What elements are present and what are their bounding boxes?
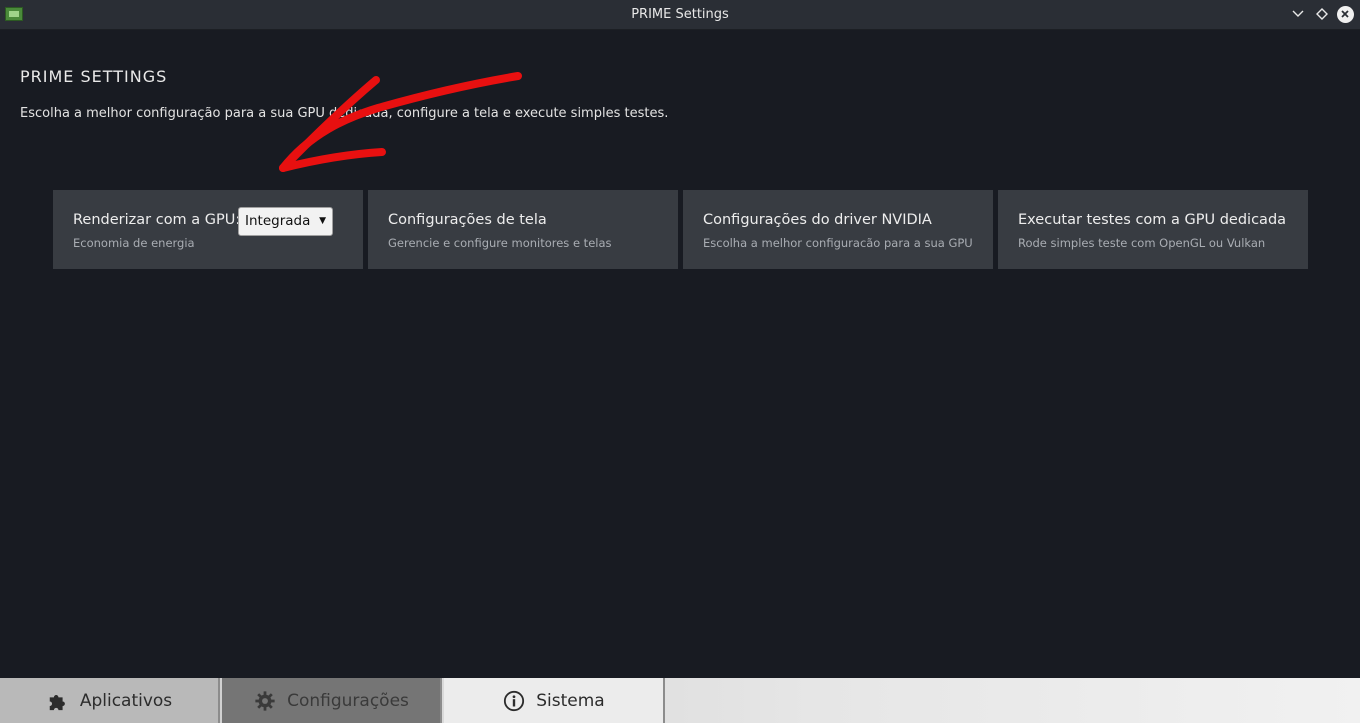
window-title: PRIME Settings: [631, 7, 729, 22]
card-title: Configurações de tela: [388, 212, 547, 228]
card-subtitle: Escolha a melhor configuracão para a sua…: [703, 236, 973, 250]
maximize-icon: [1316, 8, 1328, 20]
card-title: Renderizar com a GPU:: [73, 212, 241, 228]
gpu-select[interactable]: Integrada ▼: [238, 207, 333, 236]
page-description: Escolha a melhor configuração para a sua…: [20, 106, 669, 121]
tab-label: Sistema: [536, 690, 605, 711]
puzzle-icon: [46, 689, 70, 713]
caret-down-icon: ▼: [319, 216, 326, 226]
minimize-icon: [1292, 10, 1304, 17]
close-button[interactable]: [1336, 5, 1354, 23]
maximize-button[interactable]: [1313, 5, 1331, 23]
card-display-settings[interactable]: Configurações de tela Gerencie e configu…: [368, 190, 678, 269]
title-bar[interactable]: PRIME Settings: [0, 0, 1360, 30]
close-icon: [1336, 5, 1354, 23]
card-render-gpu: Renderizar com a GPU: Integrada ▼ Econom…: [53, 190, 363, 269]
card-run-gpu-tests[interactable]: Executar testes com a GPU dedicada Rode …: [998, 190, 1308, 269]
tab-configuracoes[interactable]: Configurações: [222, 678, 442, 723]
info-icon: [502, 689, 526, 713]
card-nvidia-driver-settings[interactable]: Configurações do driver NVIDIA Escolha a…: [683, 190, 993, 269]
tab-label: Configurações: [287, 690, 409, 711]
minimize-button[interactable]: [1289, 5, 1307, 23]
bottom-tab-bar: Aplicativos Configurações Sistema: [0, 678, 1360, 723]
prime-settings-window: PRIME Settings PRIME SETTINGS Escolha a …: [0, 0, 1360, 723]
tab-label: Aplicativos: [79, 690, 173, 711]
card-subtitle: Gerencie e configure monitores e telas: [388, 236, 612, 250]
card-subtitle: Rode simples teste com OpenGL ou Vulkan: [1018, 236, 1266, 250]
card-title: Executar testes com a GPU dedicada: [1018, 212, 1287, 228]
tab-sistema[interactable]: Sistema: [444, 678, 665, 723]
gear-icon: [253, 689, 277, 713]
card-subtitle: Economia de energia: [73, 236, 195, 250]
card-title: Configurações do driver NVIDIA: [703, 212, 932, 228]
gpu-select-value: Integrada: [245, 213, 311, 229]
tab-aplicativos[interactable]: Aplicativos: [0, 678, 220, 723]
page-title: PRIME SETTINGS: [20, 67, 168, 86]
